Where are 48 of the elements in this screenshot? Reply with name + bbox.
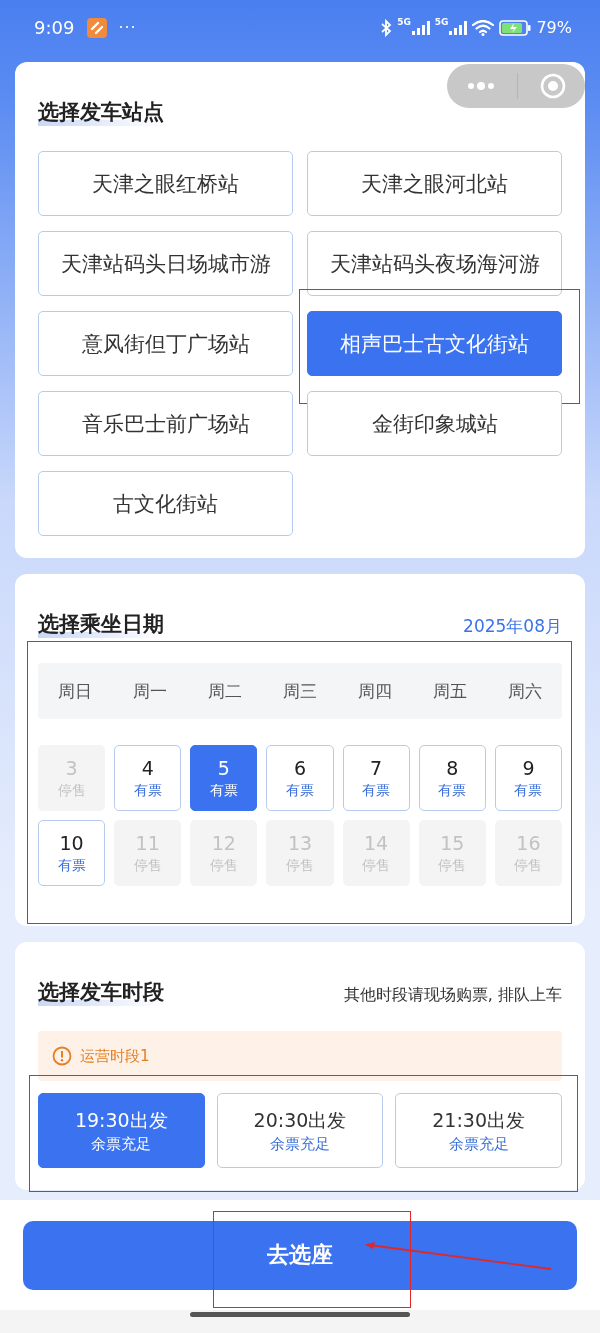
time-slot-option[interactable]: 21:30出发 余票充足 bbox=[395, 1093, 562, 1168]
weekday-label: 周四 bbox=[356, 679, 393, 703]
date-option[interactable]: 9 有票 bbox=[494, 745, 562, 811]
network-label: 5G bbox=[434, 17, 449, 27]
station-option[interactable]: 天津站码头夜场海河游 bbox=[307, 231, 562, 296]
date-option[interactable]: 5 有票 bbox=[190, 745, 258, 811]
notice-text: 其他时段请现场购票, 排队上车 bbox=[343, 985, 562, 1006]
station-option[interactable]: 意风街但丁广场站 bbox=[38, 311, 293, 376]
station-option[interactable]: 金街印象城站 bbox=[307, 391, 562, 456]
capsule-menu[interactable] bbox=[447, 64, 585, 108]
weekday-label: 周三 bbox=[282, 679, 318, 703]
station-option[interactable]: 天津之眼河北站 bbox=[307, 151, 562, 216]
time-slot-option[interactable]: 19:30出发 余票充足 bbox=[38, 1093, 205, 1168]
section-title: 选择发车时段 bbox=[38, 978, 164, 1006]
choose-seat-button[interactable]: 去选座 bbox=[23, 1220, 577, 1290]
date-option[interactable]: 6 有票 bbox=[266, 745, 334, 811]
battery-percent: 79% bbox=[536, 18, 572, 37]
section-title: 选择乘坐日期 bbox=[38, 610, 164, 638]
time-slot-option[interactable]: 20:30出发 余票充足 bbox=[216, 1093, 384, 1168]
station-option[interactable]: 天津之眼红桥站 bbox=[38, 151, 293, 216]
weekday-label: 周一 bbox=[132, 679, 169, 703]
bluetooth-icon bbox=[380, 18, 393, 37]
wifi-icon bbox=[472, 19, 495, 36]
period-label: 运营时段1 bbox=[80, 1046, 150, 1066]
station-option[interactable]: 相声巴士古文化街站 bbox=[307, 311, 562, 376]
weekday-label: 周六 bbox=[506, 679, 543, 703]
station-option[interactable]: 音乐巴士前广场站 bbox=[38, 391, 293, 456]
station-option[interactable]: 天津站码头日场城市游 bbox=[38, 231, 293, 296]
weekday-label: 周日 bbox=[57, 679, 94, 703]
warning-icon bbox=[52, 1046, 72, 1066]
date-option[interactable]: 10 有票 bbox=[38, 820, 106, 886]
app-icon bbox=[87, 17, 108, 38]
date-option[interactable]: 7 有票 bbox=[342, 745, 410, 811]
close-icon[interactable] bbox=[540, 73, 567, 99]
more-icon[interactable] bbox=[465, 81, 496, 91]
battery-icon bbox=[499, 19, 532, 36]
weekday-label: 周五 bbox=[431, 679, 468, 703]
date-option[interactable]: 8 有票 bbox=[418, 745, 486, 811]
section-title: 选择发车站点 bbox=[38, 98, 164, 126]
signal-icon bbox=[411, 20, 430, 35]
status-time: 9:09 bbox=[34, 17, 75, 38]
station-option[interactable]: 古文化街站 bbox=[38, 471, 293, 536]
network-label: 5G bbox=[397, 17, 411, 27]
signal-icon bbox=[449, 20, 468, 35]
weekday-label: 周二 bbox=[207, 679, 244, 703]
date-option[interactable]: 4 有票 bbox=[114, 745, 182, 811]
month-label: 2025年08月 bbox=[463, 615, 562, 638]
more-notifications: ··· bbox=[118, 18, 137, 37]
